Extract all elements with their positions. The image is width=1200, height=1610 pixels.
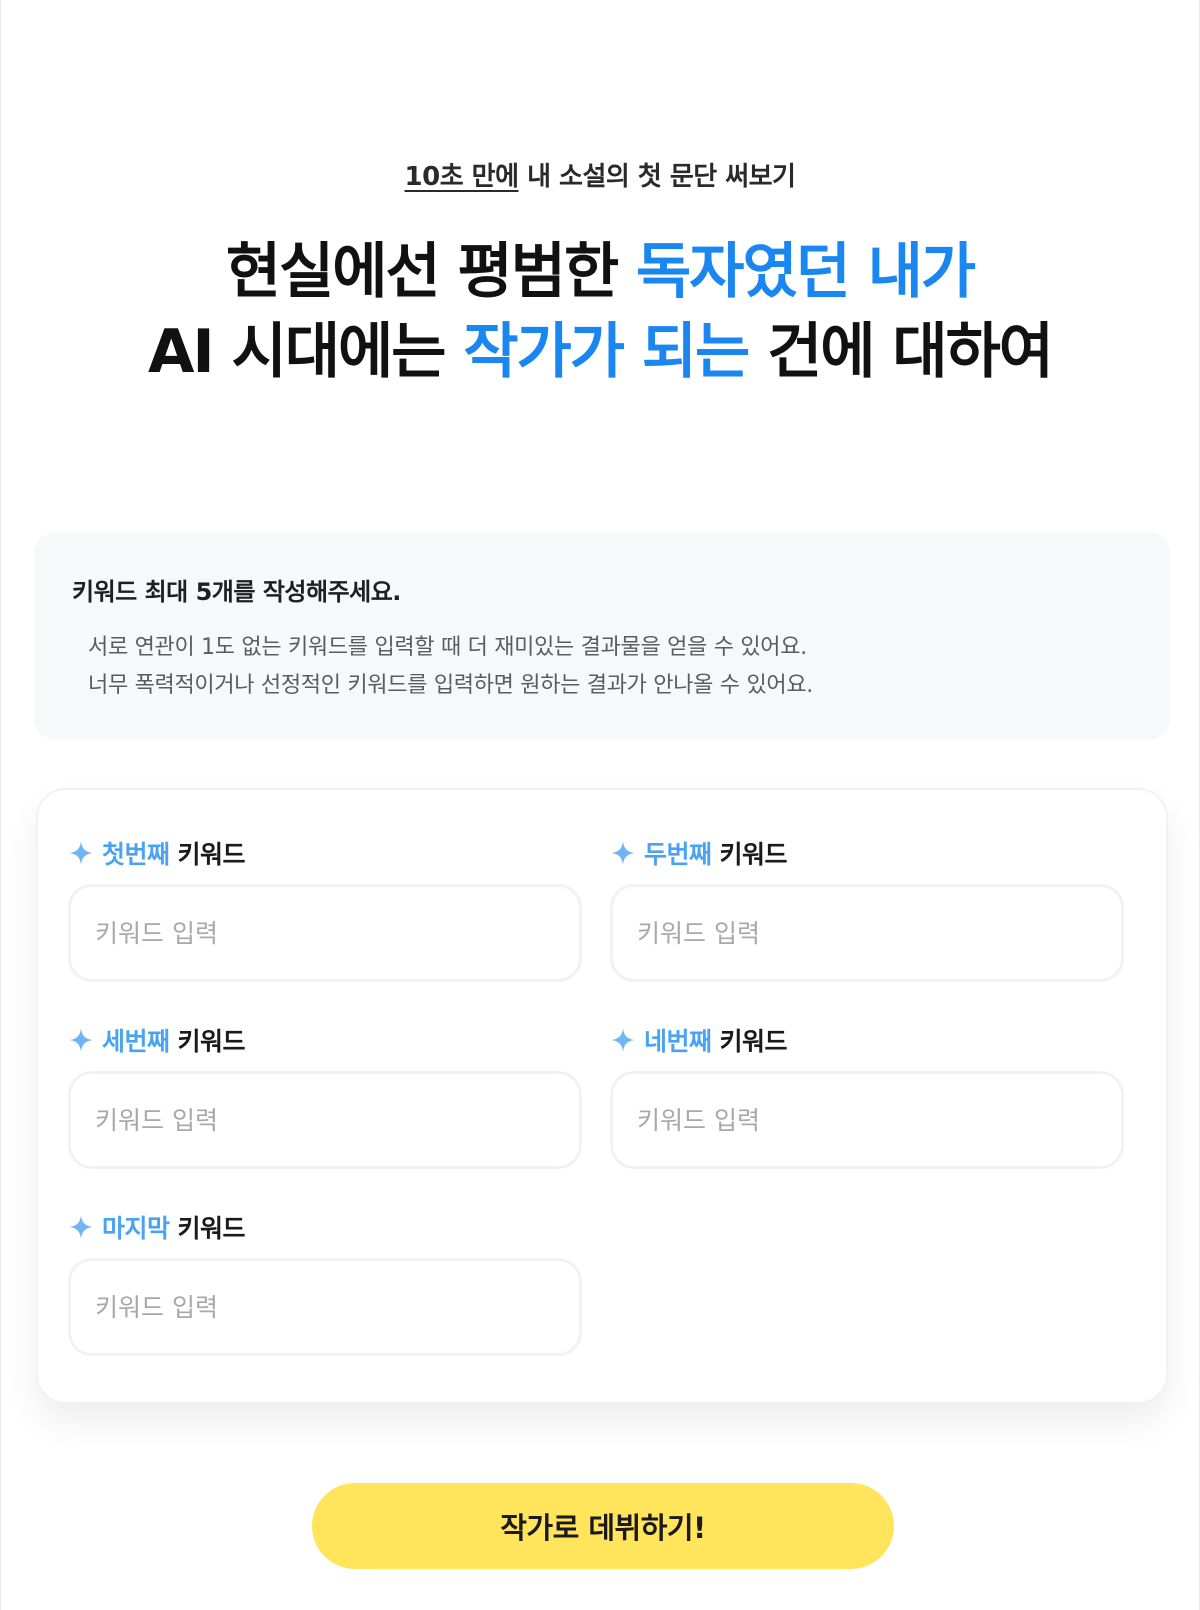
keyword-input-4[interactable] xyxy=(610,1071,1124,1169)
notice-line-2: 너무 폭력적이거나 선정적인 키워드를 입력하면 원하는 결과가 안나올 수 있… xyxy=(88,673,813,698)
page-headline: 현실에선 평범한 독자였던 내가 AI 시대에는 작가가 되는 건에 대하여 xyxy=(1,232,1199,392)
keyword-input-3[interactable] xyxy=(68,1071,582,1169)
keyword-ordinal-3: 세번째 xyxy=(102,1027,170,1056)
headline-line-2: AI 시대에는 작가가 되는 건에 대하여 xyxy=(1,312,1199,392)
keyword-input-2[interactable] xyxy=(610,884,1124,982)
headline-line2-highlight: 작가가 되는 xyxy=(463,317,750,387)
sparkle-icon xyxy=(611,841,635,865)
keyword-ordinal-4: 네번째 xyxy=(644,1027,712,1056)
headline-line1-highlight: 독자였던 내가 xyxy=(636,237,976,307)
keyword-suffix-2: 키워드 xyxy=(719,840,788,869)
keyword-field-3: 세번째 키워드 xyxy=(68,1023,582,1169)
keyword-ordinal-5: 마지막 xyxy=(102,1214,170,1243)
keyword-field-4: 네번째 키워드 xyxy=(610,1023,1124,1169)
eyebrow-rest: 내 소설의 첫 문단 써보기 xyxy=(518,162,796,192)
keyword-label-1: 첫번째 키워드 xyxy=(68,836,582,870)
sparkle-icon xyxy=(69,1215,93,1239)
notice-title: 키워드 최대 5개를 작성해주세요. xyxy=(72,578,401,606)
keyword-suffix-5: 키워드 xyxy=(177,1214,246,1243)
keyword-input-5[interactable] xyxy=(68,1258,582,1356)
keyword-field-1: 첫번째 키워드 xyxy=(68,836,582,982)
headline-line1-dark: 현실에선 평범한 xyxy=(225,237,637,307)
keyword-field-5: 마지막 키워드 xyxy=(68,1210,582,1356)
keyword-label-5: 마지막 키워드 xyxy=(68,1210,582,1244)
headline-line-1: 현실에선 평범한 독자였던 내가 xyxy=(1,232,1199,312)
keyword-suffix-4: 키워드 xyxy=(719,1027,788,1056)
keyword-label-2: 두번째 키워드 xyxy=(610,836,1124,870)
keyword-form-card: 첫번째키워드 두번째키워드 세번째키워드 네번째키워드 xyxy=(36,788,1168,1404)
page: 10초 만에 내 소설의 첫 문단 써보기 현실에선 평범한 독자였던 내가 A… xyxy=(0,0,1200,1610)
eyebrow-text: 10초 만에 내 소설의 첫 문단 써보기 xyxy=(1,156,1199,193)
keyword-field-2: 두번째 키워드 xyxy=(610,836,1124,982)
keyword-notice-box: 키워드 최대 5개를 작성해주세요. 서로 연관이 1도 없는 키워드를 입력할… xyxy=(34,532,1170,740)
sparkle-icon xyxy=(69,1028,93,1052)
keyword-ordinal-2: 두번째 xyxy=(644,840,712,869)
keyword-label-3: 세번째 키워드 xyxy=(68,1023,582,1057)
keyword-ordinal-1: 첫번째 xyxy=(102,840,170,869)
keyword-suffix-1: 키워드 xyxy=(177,840,246,869)
sparkle-icon xyxy=(69,841,93,865)
headline-line2-dark-b: 건에 대하여 xyxy=(748,317,1054,387)
keyword-label-4: 네번째 키워드 xyxy=(610,1023,1124,1057)
debut-as-writer-button[interactable]: 작가로 데뷔하기! xyxy=(312,1483,894,1569)
headline-line2-dark-a: AI 시대에는 xyxy=(147,317,464,387)
notice-line-1: 서로 연관이 1도 없는 키워드를 입력할 때 더 재미있는 결과물을 얻을 수… xyxy=(88,635,807,660)
keyword-suffix-3: 키워드 xyxy=(177,1027,246,1056)
keyword-input-1[interactable] xyxy=(68,884,582,982)
eyebrow-underlined: 10초 만에 xyxy=(404,162,520,192)
sparkle-icon xyxy=(611,1028,635,1052)
